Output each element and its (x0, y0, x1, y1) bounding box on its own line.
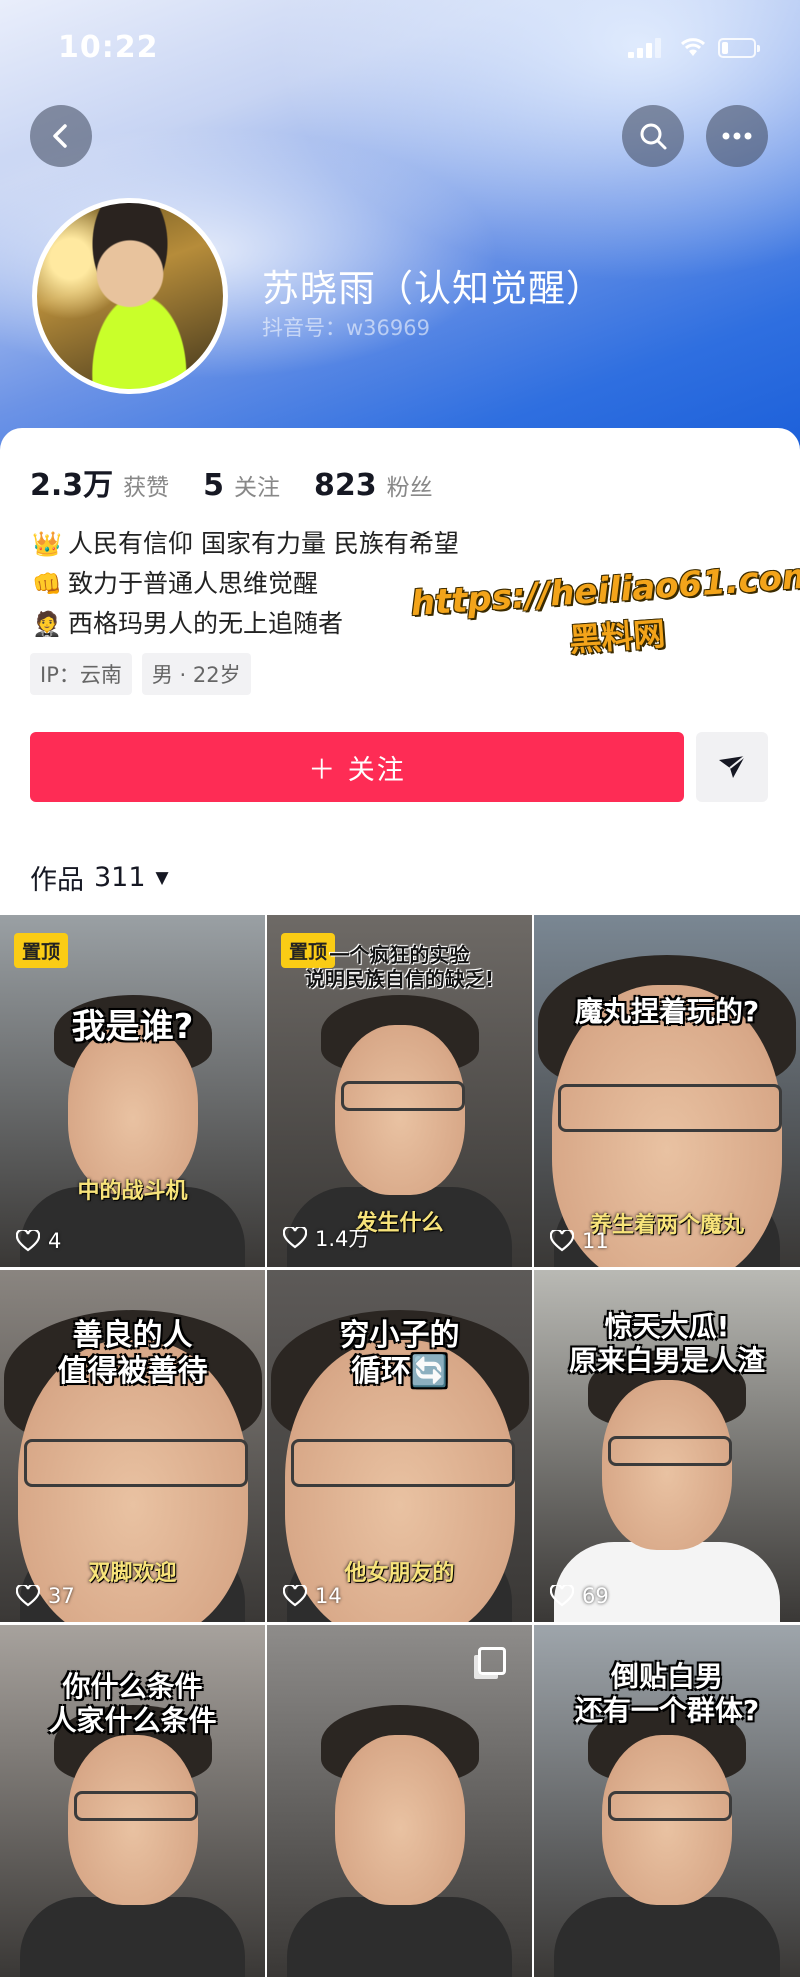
more-button[interactable] (706, 105, 768, 167)
wifi-icon (678, 34, 708, 58)
video-tile[interactable] (267, 1625, 532, 1977)
status-bar: 10:22 (0, 0, 800, 96)
bio-line: 🤵 西格玛男人的无上追随者 (32, 604, 459, 644)
chevron-left-icon (53, 124, 67, 148)
thumbnail-glasses (607, 1791, 732, 1821)
video-grid: 置顶我是谁? 中的战斗机 4 置顶 一个疯狂的实验 说明民族自信的缺乏! 发生什么 1.4万… (0, 915, 800, 1977)
video-tile[interactable]: 穷小子的 循环🔄 他女朋友的 14 (267, 1270, 532, 1622)
more-icon (722, 132, 752, 140)
fist-icon: 👊 (32, 570, 62, 598)
video-caption: 魔丸捏着玩的? (574, 995, 760, 1028)
video-likes: 14 (283, 1584, 342, 1608)
video-tile[interactable]: 善良的人 值得被善待双脚欢迎 37 (0, 1270, 265, 1622)
likes-count: 69 (582, 1584, 609, 1608)
back-button[interactable] (30, 105, 92, 167)
video-subtitle: 双脚欢迎 (88, 1561, 177, 1586)
likes-count: 14 (315, 1584, 342, 1608)
likes-count: 4 (48, 1229, 62, 1253)
video-likes: 11 (550, 1229, 609, 1253)
pinned-badge: 置顶 (14, 933, 69, 968)
battery-icon (718, 38, 760, 58)
crown-icon: 👑 (32, 530, 62, 558)
thumbnail-glasses (557, 1084, 782, 1132)
profile-stats: 2.3万 获赞 5 关注 823 粉丝 (30, 460, 467, 504)
send-icon (719, 755, 746, 778)
video-caption: 我是谁? (71, 1007, 194, 1047)
stat-label: 粉丝 (386, 475, 433, 501)
thumbnail-glasses (23, 1439, 248, 1487)
video-tile[interactable]: 置顶 一个疯狂的实验 说明民族自信的缺乏! 发生什么 1.4万 (267, 915, 532, 1267)
video-subtitle: 他女朋友的 (344, 1561, 455, 1586)
bio-line: 👑 人民有信仰 国家有力量 民族有希望 (32, 524, 459, 564)
video-caption: 倒贴白男 还有一个群体? (574, 1660, 760, 1727)
stat-label: 关注 (234, 475, 281, 501)
profile-name: 苏晓雨（认知觉醒） (262, 267, 604, 310)
caret-down-icon: ▼ (155, 867, 169, 888)
works-tab[interactable]: 作品 311 ▼ (30, 858, 169, 897)
video-caption: 善良的人 值得被善待 (57, 1318, 208, 1389)
gallery-icon (478, 1647, 506, 1675)
bio-text: 致力于普通人思维觉醒 (68, 569, 319, 598)
video-likes: 1.4万 (283, 1223, 369, 1253)
thumbnail-body (287, 1897, 512, 1977)
heart-icon (283, 1585, 307, 1607)
thumbnail-body (554, 1897, 780, 1977)
video-likes: 4 (16, 1229, 61, 1253)
likes-count: 37 (48, 1584, 75, 1608)
man-in-tuxedo-icon: 🤵 (32, 610, 62, 638)
video-tile[interactable]: 惊天大瓜! 原来白男是人渣 69 (534, 1270, 800, 1622)
stat-label: 获赞 (123, 475, 170, 501)
thumbnail-glasses (73, 1791, 198, 1821)
gender-age-tag: 男 · 22岁 (141, 653, 251, 695)
video-tile[interactable]: 置顶我是谁? 中的战斗机 4 (0, 915, 265, 1267)
profile-tags: IP：云南 男 · 22岁 (30, 653, 261, 695)
heart-icon (283, 1227, 307, 1249)
video-tile[interactable]: 倒贴白男 还有一个群体? (534, 1625, 800, 1977)
heart-icon (550, 1230, 574, 1252)
heart-icon (16, 1230, 40, 1252)
stat-value: 823 (314, 468, 377, 503)
thumbnail-body (554, 1542, 780, 1622)
bio-line: 👊 致力于普通人思维觉醒 (32, 564, 459, 604)
video-caption: 你什么条件 人家什么条件 (48, 1670, 217, 1737)
video-caption: 惊天大瓜! 原来白男是人渣 (568, 1310, 765, 1377)
bio-text: 人民有信仰 国家有力量 民族有希望 (68, 529, 459, 558)
video-caption: 一个疯狂的实验 说明民族自信的缺乏! (304, 943, 495, 991)
stat-following[interactable]: 5 关注 (203, 468, 280, 503)
search-icon (640, 123, 667, 150)
video-tile[interactable]: 魔丸捏着玩的? 养生着两个魔丸 11 (534, 915, 800, 1267)
signal-icon (628, 38, 662, 58)
video-tile[interactable]: 你什么条件 人家什么条件 (0, 1625, 265, 1977)
thumbnail-glasses (607, 1436, 732, 1466)
video-caption: 穷小子的 循环🔄 (339, 1318, 460, 1389)
stat-value: 5 (203, 468, 225, 503)
thumbnail-face (67, 1025, 198, 1195)
thumbnail-glasses (290, 1439, 515, 1487)
follow-button[interactable]: ＋ 关注 (30, 732, 684, 802)
works-count: 311 (94, 862, 146, 893)
thumbnail-body (20, 1897, 245, 1977)
heart-icon (16, 1585, 40, 1607)
likes-count: 11 (582, 1229, 609, 1253)
heart-icon (550, 1585, 574, 1607)
stat-likes[interactable]: 2.3万 获赞 (30, 460, 169, 504)
video-likes: 69 (550, 1584, 609, 1608)
status-time: 10:22 (58, 30, 159, 65)
stat-value: 2.3万 (30, 468, 114, 503)
share-button[interactable] (696, 732, 768, 802)
profile-bio: 👑 人民有信仰 国家有力量 民族有希望 👊 致力于普通人思维觉醒 🤵 西格玛男人的无上… (32, 524, 459, 644)
thumbnail-glasses (340, 1081, 465, 1111)
video-likes: 37 (16, 1584, 75, 1608)
avatar[interactable] (32, 198, 228, 394)
works-label: 作品 (30, 865, 84, 896)
bio-text: 西格玛男人的无上追随者 (68, 609, 344, 638)
stat-followers[interactable]: 823 粉丝 (314, 468, 433, 503)
video-subtitle: 中的战斗机 (77, 1179, 188, 1204)
ip-location-tag: IP：云南 (30, 653, 132, 695)
search-button[interactable] (622, 105, 684, 167)
thumbnail-face (334, 1735, 465, 1905)
douyin-id: 抖音号：w36969 (262, 316, 430, 340)
likes-count: 1.4万 (315, 1227, 370, 1251)
